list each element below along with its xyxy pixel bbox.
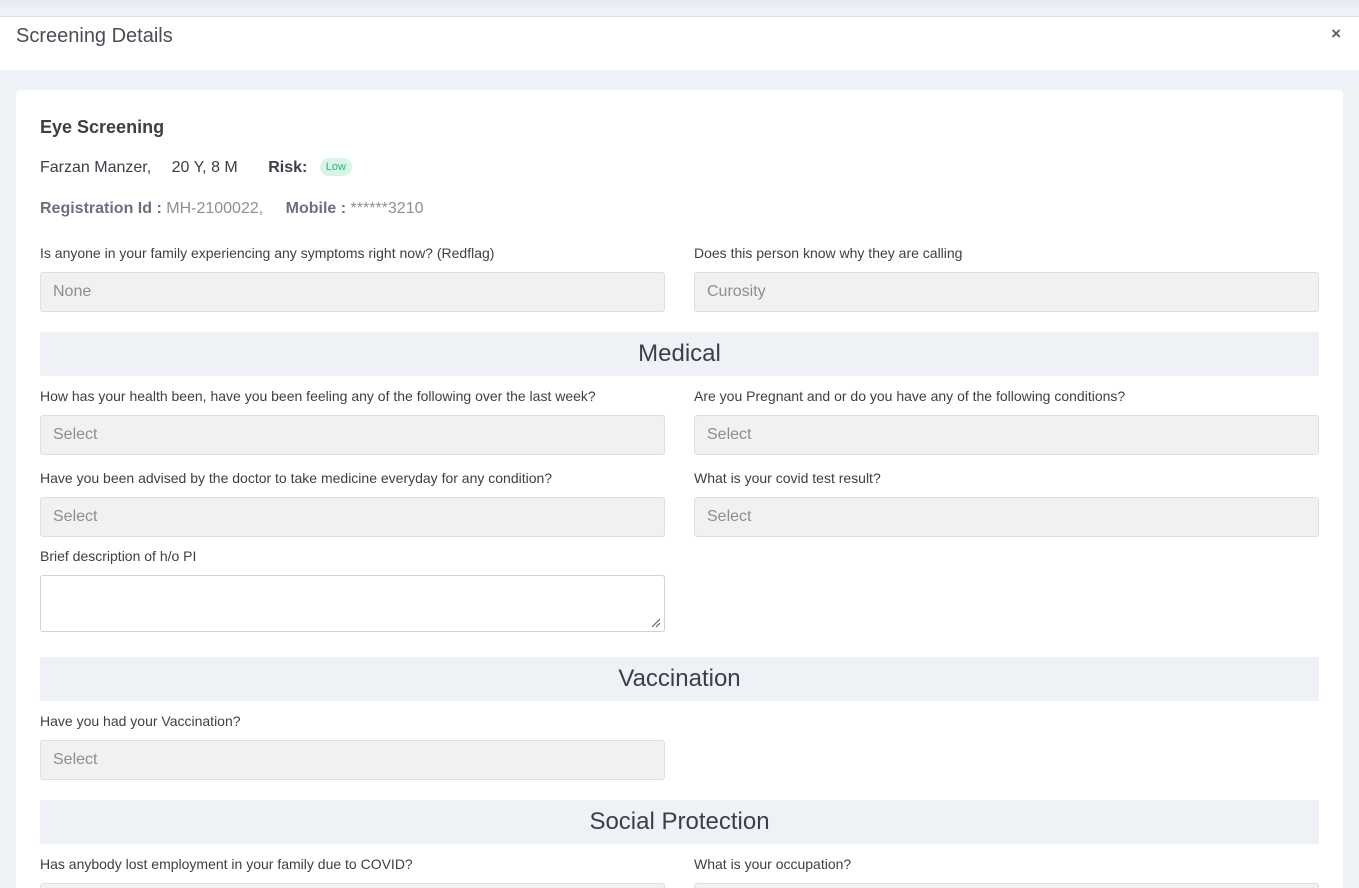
redflag-field[interactable]: None [40, 272, 665, 312]
risk-label: Risk: [268, 159, 308, 176]
mobile-label: Mobile : [285, 200, 347, 217]
patient-age: 20 Y, 8 M [171, 159, 238, 176]
health-label: How has your health been, have you been … [40, 388, 596, 404]
employment-select[interactable] [40, 883, 665, 888]
top-strip [0, 0, 1359, 7]
medicine-label: Have you been advised by the doctor to t… [40, 470, 553, 486]
registration-info: Registration Id : MH-2100022, Mobile : *… [40, 200, 423, 218]
screening-card: Eye Screening Farzan Manzer, 20 Y, 8 M R… [16, 90, 1343, 888]
registration-label: Registration Id : [40, 200, 162, 217]
registration-value: MH-2100022, [166, 200, 264, 217]
redflag-value: None [53, 283, 92, 300]
section-medical: Medical [40, 332, 1319, 376]
covid-result-select-value: Select [707, 508, 752, 525]
employment-label: Has anybody lost employment in your fami… [40, 856, 413, 872]
risk-badge: Low [319, 158, 352, 176]
occupation-label: What is your occupation? [694, 856, 852, 872]
patient-name: Farzan Manzer, [40, 159, 152, 176]
vaccination-label: Have you had your Vaccination? [40, 713, 241, 729]
modal-header: Screening Details × [0, 16, 1359, 70]
call-reason-label: Does this person know why they are calli… [694, 245, 963, 261]
pregnancy-label: Are you Pregnant and or do you have any … [694, 388, 1126, 404]
pregnancy-select[interactable]: Select [694, 415, 1319, 455]
close-icon[interactable]: × [1331, 25, 1341, 42]
screening-title: Eye Screening [40, 117, 165, 137]
description-label: Brief description of h/o PI [40, 548, 197, 564]
call-reason-value: Curosity [707, 283, 766, 300]
medicine-select[interactable]: Select [40, 497, 665, 537]
health-select[interactable]: Select [40, 415, 665, 455]
mobile-value: ******3210 [350, 200, 424, 217]
resize-grip-icon[interactable] [651, 618, 661, 628]
call-reason-field[interactable]: Curosity [694, 272, 1319, 312]
occupation-select[interactable] [694, 883, 1319, 888]
vaccination-select-value: Select [53, 751, 98, 768]
pregnancy-select-value: Select [707, 426, 752, 443]
description-textarea[interactable] [40, 575, 665, 632]
vaccination-select[interactable]: Select [40, 740, 665, 780]
patient-info: Farzan Manzer, 20 Y, 8 M Risk: Low [40, 158, 352, 177]
modal-title: Screening Details [16, 25, 173, 47]
section-social-protection: Social Protection [40, 800, 1319, 844]
section-vaccination: Vaccination [40, 657, 1319, 701]
health-select-value: Select [53, 426, 98, 443]
medicine-select-value: Select [53, 508, 98, 525]
covid-result-label: What is your covid test result? [694, 470, 881, 486]
covid-result-select[interactable]: Select [694, 497, 1319, 537]
redflag-label: Is anyone in your family experiencing an… [40, 245, 495, 261]
